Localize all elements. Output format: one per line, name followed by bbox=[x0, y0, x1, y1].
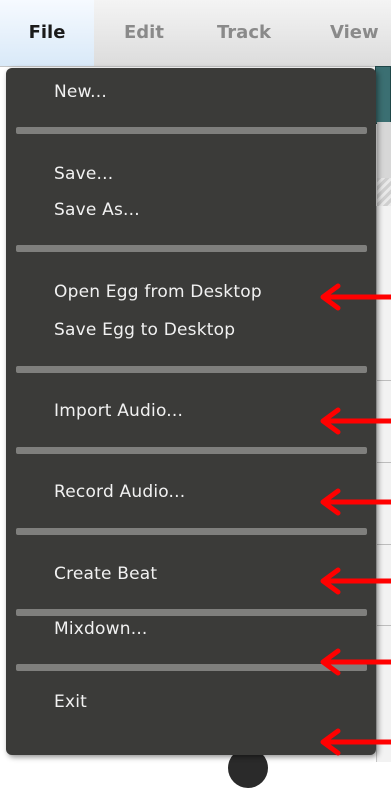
menu-view[interactable]: View bbox=[330, 0, 379, 66]
menu-track[interactable]: Track bbox=[217, 0, 271, 66]
menu-item-mixdown[interactable]: Mixdown... bbox=[54, 619, 148, 639]
menu-item-exit[interactable]: Exit bbox=[54, 692, 87, 712]
menu-edit[interactable]: Edit bbox=[124, 0, 164, 66]
menu-item-save-egg[interactable]: Save Egg to Desktop bbox=[54, 320, 235, 340]
left-arrow-icon bbox=[320, 283, 391, 311]
menu-item-save-as[interactable]: Save As... bbox=[54, 200, 140, 220]
left-arrow-icon bbox=[320, 648, 391, 676]
left-arrow-icon bbox=[320, 488, 391, 516]
background-divider bbox=[377, 544, 391, 545]
background-hatched-area bbox=[377, 178, 391, 206]
menu-separator bbox=[16, 447, 367, 454]
menu-separator bbox=[16, 528, 367, 535]
background-divider bbox=[377, 380, 391, 381]
left-arrow-icon bbox=[320, 567, 391, 595]
menu-file[interactable]: File bbox=[0, 0, 94, 66]
menu-separator bbox=[16, 245, 367, 252]
menu-item-save[interactable]: Save... bbox=[54, 164, 113, 184]
left-arrow-icon bbox=[320, 728, 391, 756]
menu-separator bbox=[16, 127, 367, 134]
left-arrow-icon bbox=[320, 407, 391, 435]
background-track-header bbox=[375, 66, 391, 124]
menu-item-import-audio[interactable]: Import Audio... bbox=[54, 401, 183, 421]
menu-separator bbox=[16, 609, 367, 616]
menu-item-record-audio[interactable]: Record Audio... bbox=[54, 482, 185, 502]
menu-bar: File Edit Track View bbox=[0, 0, 391, 67]
menu-separator bbox=[16, 366, 367, 373]
background-divider bbox=[377, 625, 391, 626]
menu-item-open-egg[interactable]: Open Egg from Desktop bbox=[54, 282, 262, 302]
menu-item-create-beat[interactable]: Create Beat bbox=[54, 564, 157, 584]
menu-separator bbox=[16, 664, 367, 671]
background-divider bbox=[377, 462, 391, 463]
menu-item-new[interactable]: New... bbox=[54, 82, 107, 102]
background-panel bbox=[377, 122, 391, 178]
